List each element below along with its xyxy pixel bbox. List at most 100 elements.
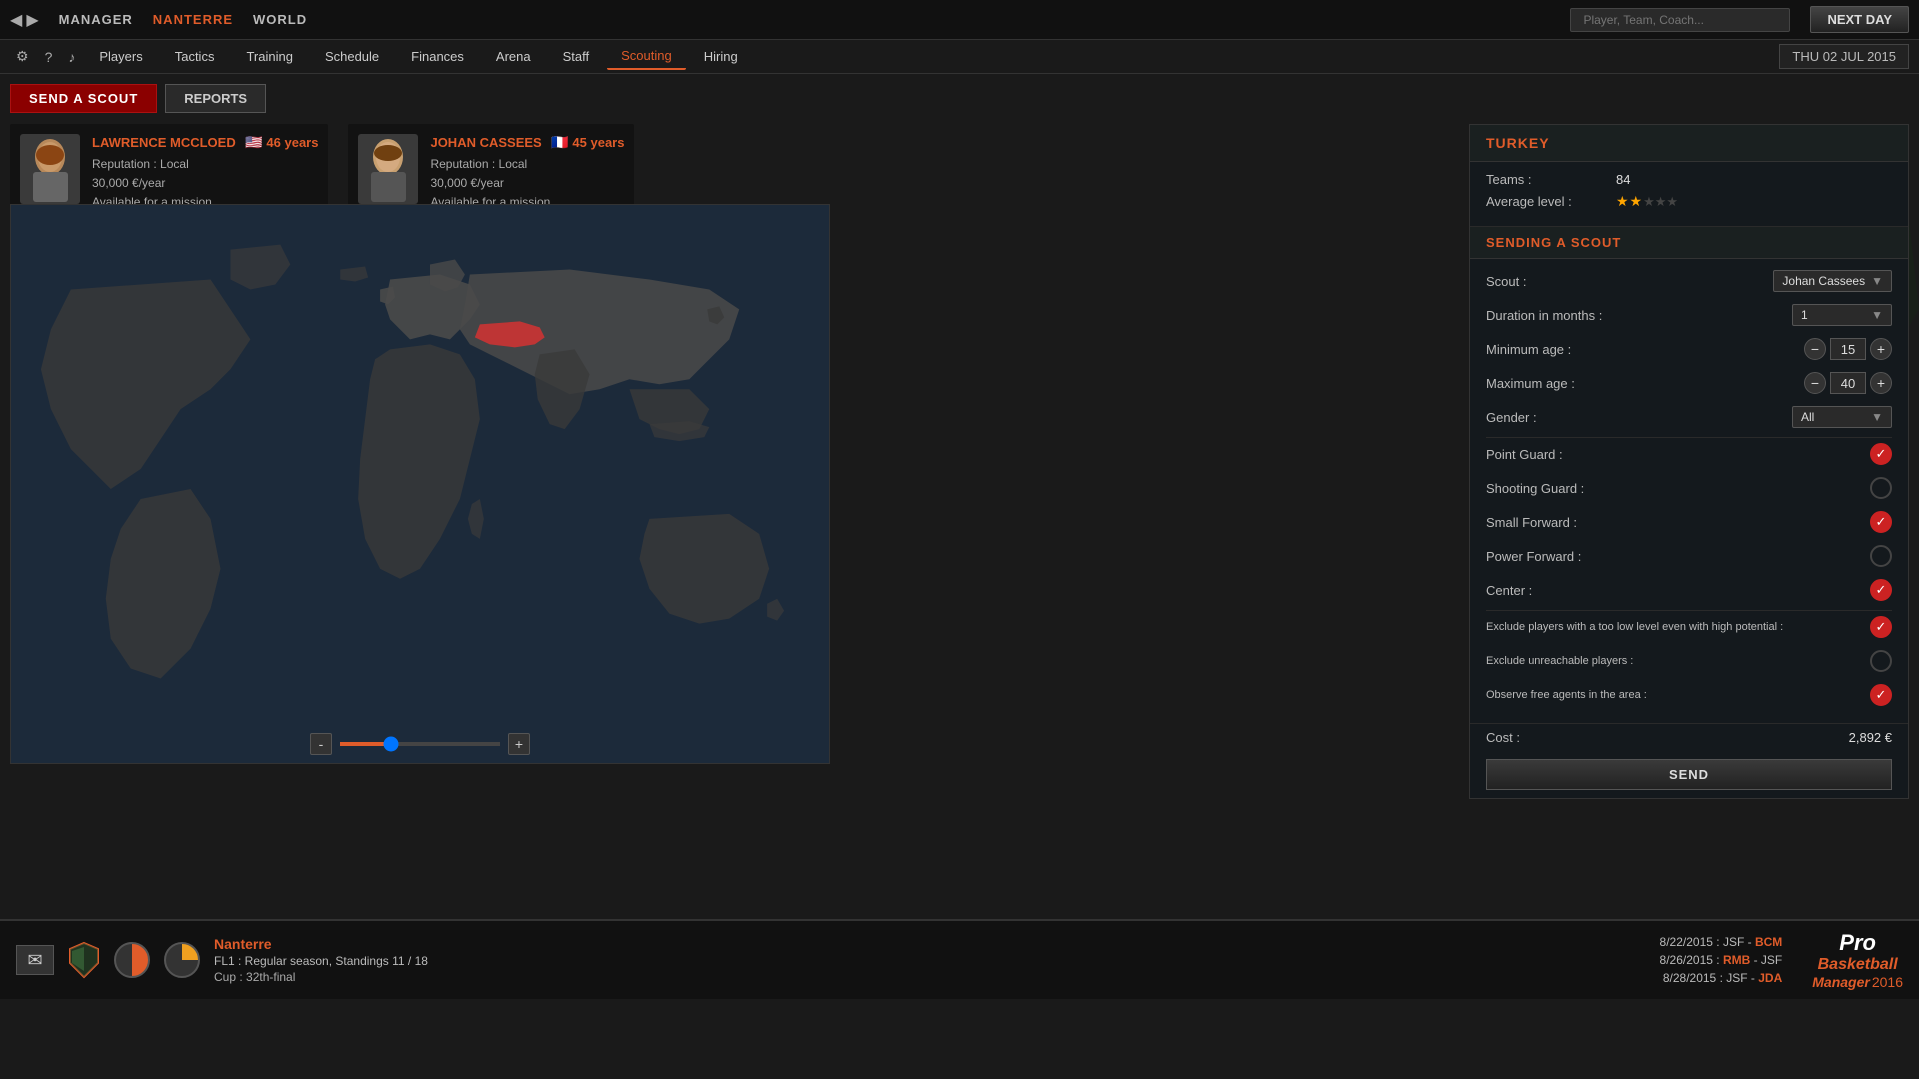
tab-staff[interactable]: Staff [549,44,604,69]
observe-free-agents-control: ✓ [1826,684,1892,706]
min-age-stepper: − 15 + [1804,338,1892,360]
match-result-2: 8/26/2015 : RMB - JSF [1660,953,1783,967]
league-info: FL1 : Regular season, Standings 11 / 18 [214,954,428,968]
match-highlight-1: BCM [1755,935,1782,949]
nav-arrows[interactable]: ◀ ▶ [10,10,39,30]
scout-name-cassees: JOHAN CASSEES 🇫🇷 45 years [430,134,624,151]
music-icon[interactable]: ♪ [62,45,81,69]
point-guard-control: ✓ [1686,443,1892,465]
scout-info-cassees: JOHAN CASSEES 🇫🇷 45 years Reputation : L… [430,134,624,213]
action-bar: SEND A SCOUT REPORTS [10,84,266,113]
duration-control: 1 ▼ [1686,304,1892,326]
scout-selection-label: Scout : [1486,274,1686,289]
world-map[interactable]: - + [10,204,830,764]
exclude-low-level-label: Exclude players with a too low level eve… [1486,621,1826,633]
match-date-3: 8/28/2015 : [1663,971,1723,985]
duration-dropdown[interactable]: 1 ▼ [1792,304,1892,326]
send-button[interactable]: SEND [1486,759,1892,790]
scout-form: Scout : Johan Cassees ▼ Duration in mont… [1470,259,1908,723]
center-checkbox[interactable]: ✓ [1870,579,1892,601]
nav-manager[interactable]: MANAGER [59,12,133,27]
small-forward-label: Small Forward : [1486,515,1686,530]
tab-tactics[interactable]: Tactics [161,44,229,69]
forward-arrow[interactable]: ▶ [26,10,38,30]
tab-training[interactable]: Training [232,44,306,69]
gender-dropdown-arrow: ▼ [1871,410,1883,424]
team-logo-ring2 [164,942,200,978]
min-age-label: Minimum age : [1486,342,1686,357]
small-forward-checkbox[interactable]: ✓ [1870,511,1892,533]
game-logo-pro: Pro [1839,930,1876,956]
bottom-bar: ✉ Nanterre FL1 : Regular season, Standin… [0,919,1919,999]
scout-selection-control: Johan Cassees ▼ [1686,270,1892,292]
next-day-button[interactable]: NEXT DAY [1810,6,1909,33]
min-age-decrease-button[interactable]: − [1804,338,1826,360]
nav-world[interactable]: WORLD [253,12,307,27]
help-icon[interactable]: ? [39,45,59,69]
reports-button[interactable]: REPORTS [165,84,266,113]
center-label: Center : [1486,583,1686,598]
cost-value: 2,892 € [1849,730,1892,745]
country-stats: Teams : 84 Average level : ★★★★★ [1470,162,1908,227]
cup-info: Cup : 32th-final [214,970,428,984]
gender-dropdown[interactable]: All ▼ [1792,406,1892,428]
search-input[interactable] [1570,8,1790,32]
scout-reputation-mccloed: Reputation : Local [92,155,318,174]
tab-hiring[interactable]: Hiring [690,44,752,69]
zoom-slider[interactable] [340,742,500,746]
tab-finances[interactable]: Finances [397,44,478,69]
observe-free-agents-label: Observe free agents in the area : [1486,689,1826,701]
scout-salary-mccloed: 30,000 €/year [92,174,318,193]
scout-info-mccloed: LAWRENCE MCCLOED 🇺🇸 46 years Reputation … [92,134,318,213]
match-result-3: 8/28/2015 : JSF - JDA [1660,971,1783,985]
bottom-right: 8/22/2015 : JSF - BCM 8/26/2015 : RMB - … [1660,930,1903,990]
date-display: THU 02 JUL 2015 [1779,44,1909,69]
country-name: TURKEY [1486,135,1892,151]
match-teams-2: - JSF [1750,953,1782,967]
send-scout-button[interactable]: SEND A SCOUT [10,84,157,113]
exclude-unreachable-control [1826,650,1892,672]
match-teams-1: JSF - [1723,935,1755,949]
max-age-increase-button[interactable]: + [1870,372,1892,394]
right-panel: TURKEY Teams : 84 Average level : ★★★★★ … [1469,124,1909,799]
point-guard-row: Point Guard : ✓ [1486,440,1892,468]
sending-scout-title: SENDING A SCOUT [1486,235,1892,250]
max-age-decrease-button[interactable]: − [1804,372,1826,394]
shooting-guard-checkbox[interactable] [1870,477,1892,499]
scout-salary-cassees: 30,000 €/year [430,174,624,193]
avg-level-stars: ★★ [1616,193,1643,210]
email-icon[interactable]: ✉ [16,945,54,975]
team-info: Nanterre FL1 : Regular season, Standings… [214,936,428,984]
nav-nanterre[interactable]: NANTERRE [153,12,233,27]
cost-row: Cost : 2,892 € [1470,723,1908,751]
tab-scouting[interactable]: Scouting [607,43,686,70]
min-age-increase-button[interactable]: + [1870,338,1892,360]
min-age-row: Minimum age : − 15 + [1486,335,1892,363]
exclude-unreachable-checkbox[interactable] [1870,650,1892,672]
settings-icon[interactable]: ⚙ [10,44,35,69]
scout-dropdown[interactable]: Johan Cassees ▼ [1773,270,1892,292]
game-logo: Pro Basketball Manager 2016 [1812,930,1903,990]
avg-level-label: Average level : [1486,194,1616,209]
avg-level-empty-stars: ★★★ [1643,194,1678,210]
scout-avatar-cassees [358,134,418,204]
observe-free-agents-checkbox[interactable]: ✓ [1870,684,1892,706]
small-forward-row: Small Forward : ✓ [1486,508,1892,536]
scout-flag-cassees: 🇫🇷 [551,134,568,151]
teams-stat-row: Teams : 84 [1486,172,1892,187]
power-forward-checkbox[interactable] [1870,545,1892,567]
zoom-in-button[interactable]: + [508,733,530,755]
scout-avatar-mccloed [20,134,80,204]
zoom-out-button[interactable]: - [310,733,332,755]
tab-players[interactable]: Players [85,44,156,69]
tab-schedule[interactable]: Schedule [311,44,393,69]
shield-icon [68,941,100,979]
map-controls: - + [310,733,530,755]
tab-arena[interactable]: Arena [482,44,545,69]
map-svg [11,205,829,763]
scout-selection-row: Scout : Johan Cassees ▼ [1486,267,1892,295]
point-guard-checkbox[interactable]: ✓ [1870,443,1892,465]
exclude-low-level-checkbox[interactable]: ✓ [1870,616,1892,638]
exclude-low-level-row: Exclude players with a too low level eve… [1486,613,1892,641]
back-arrow[interactable]: ◀ [10,10,22,30]
